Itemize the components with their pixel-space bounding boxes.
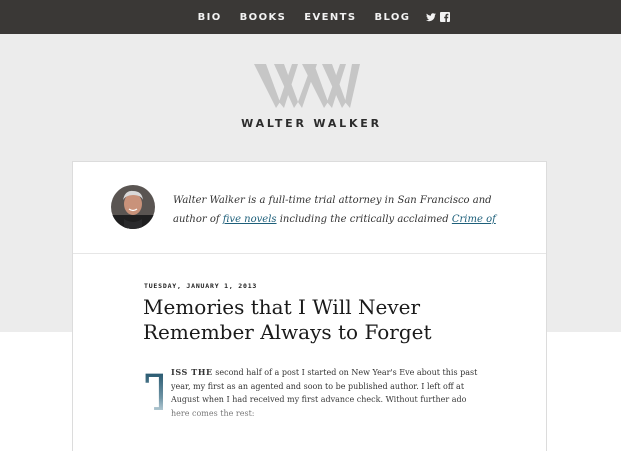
five-novels-link[interactable]: five novels [223,214,277,225]
crime-of-link[interactable]: Crime of [452,214,496,225]
site-logo[interactable] [254,62,360,110]
top-navigation: BIO BOOKS EVENTS BLOG [0,0,621,34]
post-date: TUESDAY, JANUARY 1, 2013 [144,282,258,290]
nav-item-books[interactable]: BOOKS [240,12,287,23]
nav-item-bio[interactable]: BIO [198,12,222,23]
author-avatar [111,185,155,229]
ww-monogram-icon [254,64,360,108]
facebook-icon[interactable] [440,12,451,22]
divider [73,253,546,254]
nav-item-events[interactable]: EVENTS [304,12,356,23]
author-bio: Walter Walker is a full-time trial attor… [173,191,503,229]
content-card: Walter Walker is a full-time trial attor… [72,161,547,452]
post-lead: ISS THE [171,367,213,377]
site-title[interactable]: WALTER WALKER [0,117,621,130]
bio-text-continued: including the critically acclaimed [276,214,452,225]
nav-item-blog[interactable]: BLOG [374,12,410,23]
post-title[interactable]: Memories that I Will Never Remember Alwa… [143,295,493,345]
twitter-icon[interactable] [426,12,437,22]
